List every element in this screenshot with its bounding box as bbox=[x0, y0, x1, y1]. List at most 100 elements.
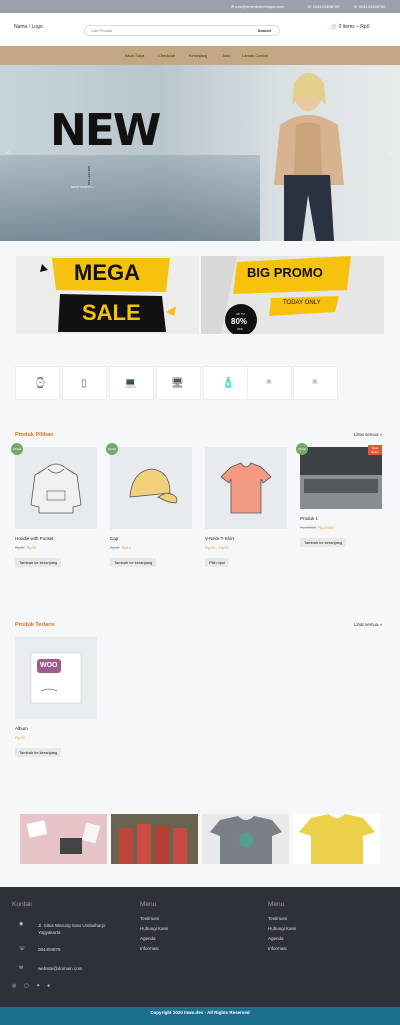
nav-item-toko[interactable]: Toko bbox=[222, 53, 230, 58]
category-placeholder-1[interactable]: ▣ bbox=[247, 366, 292, 400]
banner-today-only: TODAY ONLY bbox=[283, 300, 321, 306]
select-options-button[interactable]: Pilih opsi bbox=[205, 558, 230, 567]
sale-badge: Obral! bbox=[296, 443, 308, 455]
gallery-image[interactable] bbox=[111, 814, 198, 864]
featured-see-all-link[interactable]: Lihat semua » bbox=[354, 432, 382, 437]
footer-link-agenda[interactable]: Agenda bbox=[140, 936, 156, 941]
product-price: Rp15 bbox=[15, 735, 25, 740]
product-name[interactable]: Produk 1 bbox=[300, 516, 318, 521]
latest-section-title: Produk Terlaris bbox=[15, 622, 55, 628]
slider-prev-icon[interactable]: ‹ bbox=[7, 150, 9, 156]
category-wardrobe[interactable]: ▯ bbox=[62, 366, 107, 400]
cart-icon: 🛒 bbox=[331, 24, 338, 30]
album-illustration bbox=[15, 637, 97, 719]
product-card[interactable]: WOO Album Rp15 Tambah ke keranjang bbox=[15, 637, 99, 757]
wardrobe-icon: ▯ bbox=[81, 378, 87, 389]
sale-badge: Obral! bbox=[106, 443, 118, 455]
instagram-icon[interactable]: ▢ bbox=[24, 983, 29, 989]
banner-big-promo[interactable]: BIG PROMO TODAY ONLY UP TO 80% OFF bbox=[201, 256, 384, 334]
watch-icon: ⌚ bbox=[34, 378, 47, 389]
category-placeholder-2[interactable]: ▣ bbox=[293, 366, 338, 400]
gallery-image[interactable] bbox=[293, 814, 380, 864]
add-to-cart-button[interactable]: Tambah ke keranjang bbox=[15, 748, 62, 757]
search-button[interactable]: Search bbox=[258, 28, 271, 33]
product-old-price: Rp18 bbox=[110, 545, 120, 550]
laptop-icon: 💻 bbox=[124, 378, 137, 389]
copyright-bar: Copyright 2020 Inwn.dev - All Rights Res… bbox=[0, 1007, 400, 1025]
product-sale-price: Rp35 bbox=[26, 545, 37, 550]
topbar-email-text: info@emeraldeveloper.com bbox=[235, 4, 285, 9]
footer-link-hubungi-kami[interactable]: Hubungi Kami bbox=[268, 926, 296, 931]
product-sale-price: Rp15 – Rp20 bbox=[205, 545, 229, 550]
product-name[interactable]: Hoodie with Pocket bbox=[15, 536, 54, 541]
product-image[interactable]: WOO bbox=[15, 637, 97, 719]
hoodie-illustration bbox=[30, 463, 82, 514]
footer-link-agenda[interactable]: Agenda bbox=[268, 936, 284, 941]
banner-up-to: UP TO bbox=[236, 312, 246, 316]
latest-see-all-link[interactable]: Lihat semua » bbox=[354, 622, 382, 627]
topbar-phone-1[interactable]: ☏ 081123456789 bbox=[307, 4, 340, 9]
search-input[interactable]: Cari Produk bbox=[91, 28, 112, 33]
facebook-icon[interactable]: ● bbox=[47, 983, 50, 989]
product-image[interactable] bbox=[205, 447, 287, 529]
hero-cta[interactable]: SHOP NOW IN » bbox=[71, 185, 94, 189]
image-icon: ▣ bbox=[312, 379, 318, 385]
nav-item-laman-contoh[interactable]: Laman Contoh bbox=[242, 53, 268, 58]
category-watches[interactable]: ⌚ bbox=[15, 366, 60, 400]
twitter-icon[interactable]: ✦ bbox=[36, 983, 40, 989]
image-icon: ▣ bbox=[266, 379, 272, 385]
product-card[interactable]: Obral! Hoodie with Pocket Rp45 Rp35 Tamba… bbox=[11, 443, 99, 567]
location-icon: ◉ bbox=[19, 921, 24, 927]
category-monitors[interactable]: 🖥 bbox=[156, 366, 201, 400]
product-card[interactable]: V-Neck T-Shirt Rp15 – Rp20 Pilih opsi bbox=[205, 447, 289, 567]
product-name[interactable]: Album bbox=[15, 726, 28, 731]
cart-link[interactable]: 🛒 0 items – Rp0 bbox=[331, 24, 369, 30]
phone-icon: ☏ bbox=[19, 946, 26, 952]
gallery-image[interactable] bbox=[202, 814, 289, 864]
footer-link-informasi[interactable]: Informasi bbox=[140, 946, 159, 951]
topbar-phone-2-text: 081123456789 bbox=[359, 4, 386, 9]
hero-slider[interactable]: NEW COLLECTION SHOP NOW IN » ‹ › bbox=[0, 65, 400, 241]
product-card[interactable]: Obral! Cap Rp18 Rp16 Tambah ke keranjang bbox=[106, 443, 194, 567]
laptop-photo bbox=[300, 447, 382, 509]
product-name[interactable]: V-Neck T-Shirt bbox=[205, 536, 234, 541]
slider-next-icon[interactable]: › bbox=[390, 150, 392, 156]
tshirt-illustration bbox=[220, 462, 272, 514]
banner-off: OFF bbox=[237, 327, 243, 331]
whatsapp-icon[interactable]: ◎ bbox=[12, 983, 16, 989]
nav-item-checkout[interactable]: Checkout bbox=[158, 53, 175, 58]
product-image[interactable]: Obral! Best Seller bbox=[296, 443, 382, 509]
footer-link-hubungi-kami[interactable]: Hubungi Kami bbox=[140, 926, 168, 931]
site-logo[interactable]: Nama / Logo bbox=[14, 24, 43, 30]
category-laptops[interactable]: 💻 bbox=[109, 366, 154, 400]
main-nav: Akun Saya Checkout Keranjang Toko Laman … bbox=[0, 46, 400, 65]
footer-link-testimoni[interactable]: Testimoni bbox=[268, 916, 287, 921]
banner-big-promo-text: BIG PROMO bbox=[247, 265, 323, 280]
product-name[interactable]: Cap bbox=[110, 536, 118, 541]
gallery-image[interactable] bbox=[20, 814, 107, 864]
footer-link-testimoni[interactable]: Testimoni bbox=[140, 916, 159, 921]
footer-phone[interactable]: 084404876 bbox=[38, 947, 61, 952]
add-to-cart-button[interactable]: Tambah ke keranjang bbox=[300, 538, 347, 547]
footer-contact-title: Kontak bbox=[12, 901, 33, 908]
nav-item-keranjang[interactable]: Keranjang bbox=[189, 53, 207, 58]
product-card[interactable]: Obral! Best Seller Produk 1 Rp40000 Rp200… bbox=[296, 443, 384, 547]
product-price: Rp45 Rp35 bbox=[15, 545, 36, 550]
best-seller-badge: Best Seller bbox=[368, 445, 382, 455]
topbar-phone-2[interactable]: ☏ 081123456789 bbox=[353, 4, 386, 9]
product-image[interactable]: Obral! bbox=[11, 443, 97, 529]
topbar-email[interactable]: ✉ info@emeraldeveloper.com bbox=[231, 4, 284, 9]
add-to-cart-button[interactable]: Tambah ke keranjang bbox=[15, 558, 62, 567]
bottle-icon: 🧴 bbox=[222, 378, 235, 389]
category-bottles[interactable]: 🧴 bbox=[203, 366, 248, 400]
search-form: Cari Produk Search bbox=[84, 25, 280, 36]
gallery-image-4 bbox=[293, 814, 380, 864]
hero-background-city bbox=[0, 155, 260, 241]
footer-email[interactable]: website@domain.com bbox=[38, 966, 82, 971]
banner-mega-sale[interactable]: MEGA SALE bbox=[16, 256, 199, 334]
footer-link-informasi[interactable]: Informasi bbox=[268, 946, 287, 951]
topbar-phone-1-text: 081123456789 bbox=[313, 4, 340, 9]
add-to-cart-button[interactable]: Tambah ke keranjang bbox=[110, 558, 157, 567]
product-image[interactable]: Obral! bbox=[106, 443, 192, 529]
nav-item-akun-saya[interactable]: Akun Saya bbox=[125, 53, 144, 58]
